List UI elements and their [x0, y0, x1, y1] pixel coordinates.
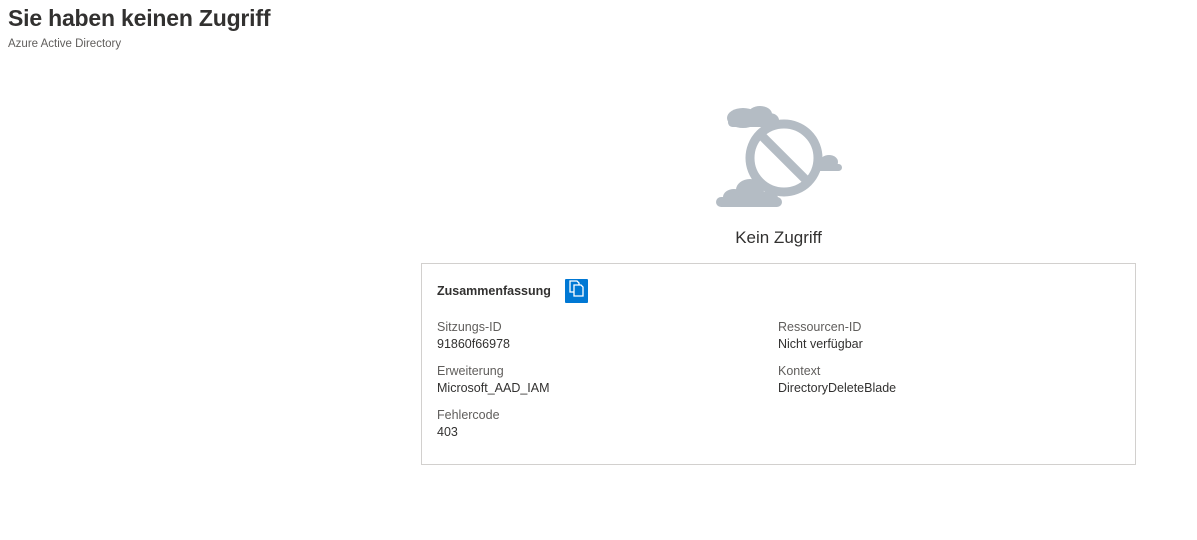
summary-title: Zusammenfassung [437, 284, 551, 298]
error-code-value: 403 [437, 425, 458, 439]
summary-card: Zusammenfassung Sitzungs-ID 91860f66978 … [421, 263, 1136, 465]
resource-id-label: Ressourcen-ID [778, 320, 862, 334]
status-message: Kein Zugriff [735, 228, 822, 247]
page-title: Sie haben keinen Zugriff [8, 5, 271, 31]
extension-field: Erweiterung Microsoft_AAD_IAM [437, 363, 550, 397]
session-id-label: Sitzungs-ID [437, 320, 502, 334]
session-id-field: Sitzungs-ID 91860f66978 [437, 319, 510, 353]
resource-id-field: Ressourcen-ID Nicht verfügbar [778, 319, 863, 353]
copy-button[interactable] [564, 279, 588, 303]
page: Sie haben keinen Zugriff Azure Active Di… [0, 0, 1197, 540]
context-label: Kontext [778, 364, 821, 378]
no-access-cloud-icon [712, 96, 844, 210]
context-value: DirectoryDeleteBlade [778, 381, 897, 395]
copy-icon [569, 280, 584, 302]
context-field: Kontext DirectoryDeleteBlade [778, 363, 896, 397]
error-code-label: Fehlercode [437, 408, 500, 422]
session-id-value: 91860f66978 [437, 337, 510, 351]
extension-label: Erweiterung [437, 364, 504, 378]
page-subtitle: Azure Active Directory [8, 38, 122, 50]
summary-header: Zusammenfassung [437, 279, 588, 303]
error-code-field: Fehlercode 403 [437, 407, 500, 441]
resource-id-value: Nicht verfügbar [778, 337, 863, 351]
extension-value: Microsoft_AAD_IAM [437, 381, 550, 395]
